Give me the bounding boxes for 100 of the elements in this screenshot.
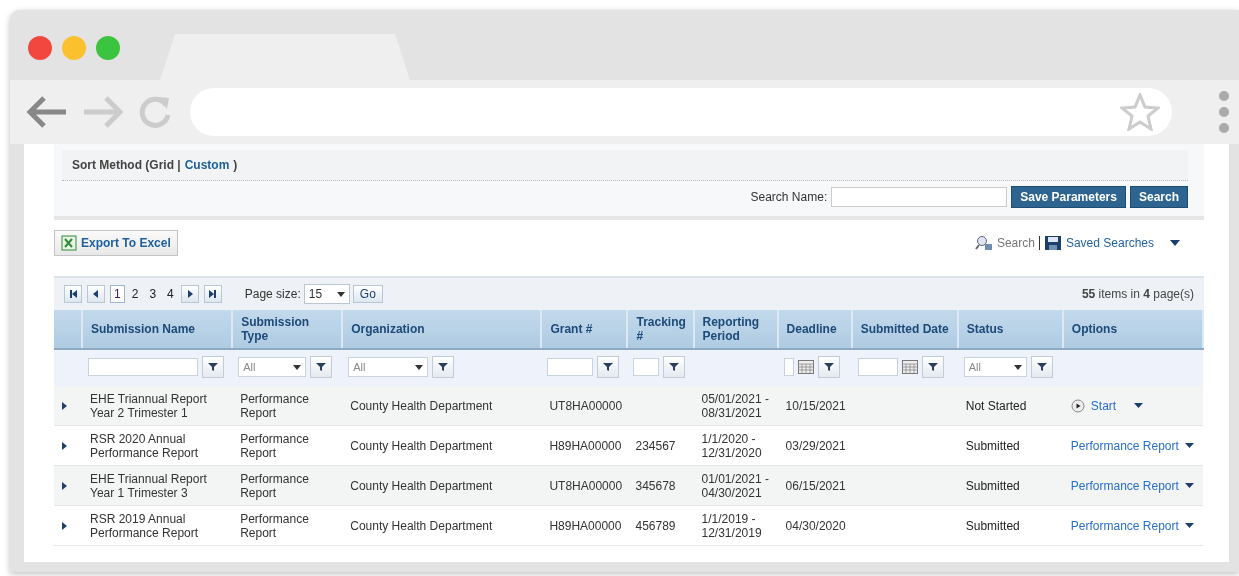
items-summary: 55 items in 4 page(s) (1081, 287, 1194, 301)
table-cell: RSR 2019 Annual Performance Report (90, 511, 199, 540)
caret-icon[interactable] (1184, 483, 1194, 488)
search-button[interactable]: Search (1129, 186, 1188, 208)
custom-link[interactable]: Custom (184, 158, 230, 172)
filter-field[interactable] (88, 358, 198, 376)
filter-dropdown[interactable]: All (963, 357, 1027, 377)
caret-icon[interactable] (1184, 523, 1194, 528)
table-cell: 345678 (635, 478, 676, 493)
page-number[interactable]: 4 (163, 285, 178, 303)
saved-searches-link[interactable]: Saved Searches (1065, 236, 1154, 250)
table-cell: 06/15/2021 (785, 478, 846, 493)
table-cell: County Health Department (350, 398, 493, 413)
filter-field[interactable] (633, 358, 660, 376)
table-cell: 05/01/2021 - 08/31/2021 (701, 391, 769, 420)
table-cell: 04/30/2020 (785, 518, 846, 533)
performance-report-link[interactable]: Performance Report (1070, 438, 1179, 453)
table-cell: 01/01/2021 - 04/30/2021 (701, 471, 769, 500)
column-header[interactable]: Status (957, 310, 1063, 349)
table-cell: Performance Report (240, 431, 309, 460)
caret-icon (336, 291, 345, 297)
column-header[interactable]: Options (1062, 310, 1203, 349)
caret-icon (415, 364, 424, 370)
column-header[interactable]: Organization (342, 310, 542, 349)
table-cell: 10/15/2021 (785, 398, 846, 413)
table-cell: Submitted (965, 438, 1020, 453)
table-cell: UT8HA00000 (549, 478, 623, 493)
table-cell: Performance Report (240, 511, 309, 540)
previous-page-icon[interactable] (87, 285, 105, 303)
table-cell: EHE Triannual Report Year 1 Trimester 3 (90, 471, 207, 500)
filter-field[interactable] (547, 358, 594, 376)
table-cell: 1/1/2020 - 12/31/2020 (701, 431, 762, 460)
filter-icon[interactable] (597, 356, 620, 378)
search-link[interactable]: Search (996, 236, 1035, 250)
back-arrow-icon[interactable] (26, 95, 68, 129)
column-header[interactable]: Reporting Period (693, 310, 778, 349)
caret-icon[interactable] (1134, 403, 1144, 408)
star-icon[interactable] (1120, 93, 1160, 131)
table-cell: UT8HA00000 (549, 398, 623, 413)
sort-method-close: ) (233, 158, 238, 172)
expand-icon[interactable] (62, 521, 67, 530)
table-cell: EHE Triannual Report Year 2 Trimester 1 (90, 391, 207, 420)
column-header[interactable]: Submission Name (82, 310, 233, 349)
calendar-icon[interactable] (797, 360, 814, 374)
expand-icon[interactable] (62, 401, 67, 410)
table-cell: Submitted (965, 518, 1020, 533)
search-name-field[interactable] (831, 187, 1008, 207)
table-cell: RSR 2020 Annual Performance Report (90, 431, 199, 460)
filter-dropdown[interactable]: All (238, 357, 307, 377)
start-link[interactable]: Start (1090, 398, 1117, 413)
calendar-icon[interactable] (901, 360, 918, 374)
table-cell: Submitted (965, 478, 1020, 493)
caret-icon (293, 364, 302, 370)
column-header[interactable]: Submitted Date (851, 310, 958, 349)
export-to-excel-button[interactable]: Export To Excel (54, 230, 178, 256)
page-number[interactable]: 2 (127, 285, 143, 303)
filter-icon[interactable] (202, 356, 224, 378)
caret-icon[interactable] (1184, 443, 1194, 448)
performance-report-link[interactable]: Performance Report (1070, 518, 1179, 533)
page-size-label: Page size: (244, 287, 301, 301)
table-cell: 234567 (635, 438, 676, 453)
column-header[interactable]: Grant # (541, 310, 628, 349)
filter-icon[interactable] (817, 356, 840, 378)
table-cell: Performance Report (240, 471, 309, 500)
save-parameters-button[interactable]: Save Parameters (1011, 186, 1126, 208)
column-header[interactable]: Tracking # (627, 310, 694, 349)
spreadsheet-icon (61, 235, 77, 251)
page-size-dropdown[interactable]: 15 (303, 284, 350, 304)
date-field[interactable] (783, 358, 794, 376)
table-cell: County Health Department (350, 518, 493, 533)
filter-dropdown[interactable]: All (348, 357, 429, 377)
first-page-icon[interactable] (64, 285, 82, 303)
filter-icon[interactable] (1030, 356, 1053, 378)
table-cell: County Health Department (350, 478, 493, 493)
go-button[interactable]: Go (352, 285, 383, 303)
table-cell: H89HA00000 (549, 438, 622, 453)
filter-icon[interactable] (921, 356, 944, 378)
caret-icon[interactable] (1170, 240, 1180, 246)
page-number[interactable]: 1 (110, 285, 125, 303)
filter-icon[interactable] (663, 356, 686, 378)
page-number[interactable]: 3 (145, 285, 161, 303)
next-page-icon[interactable] (180, 285, 199, 303)
search-name-label: Search Name: (750, 190, 828, 204)
search-icon (974, 235, 993, 251)
table-cell: 1/1/2019 - 12/31/2019 (701, 511, 762, 540)
date-field[interactable] (857, 358, 898, 376)
filter-icon[interactable] (310, 356, 333, 378)
filter-icon[interactable] (432, 356, 455, 378)
play-icon (1070, 398, 1085, 413)
sort-method-label: Sort Method (Grid | (72, 158, 181, 172)
close-window-icon[interactable] (28, 36, 52, 60)
expand-icon[interactable] (62, 481, 67, 490)
table-cell: 03/29/2021 (785, 438, 846, 453)
column-header[interactable]: Deadline (777, 310, 852, 349)
expand-icon[interactable] (62, 441, 67, 450)
caret-icon (1013, 364, 1022, 370)
table-cell: Not Started (965, 398, 1027, 413)
column-header[interactable]: Submission Type (232, 310, 343, 349)
table-cell: Performance Report (240, 391, 309, 420)
last-page-icon[interactable] (203, 285, 222, 303)
